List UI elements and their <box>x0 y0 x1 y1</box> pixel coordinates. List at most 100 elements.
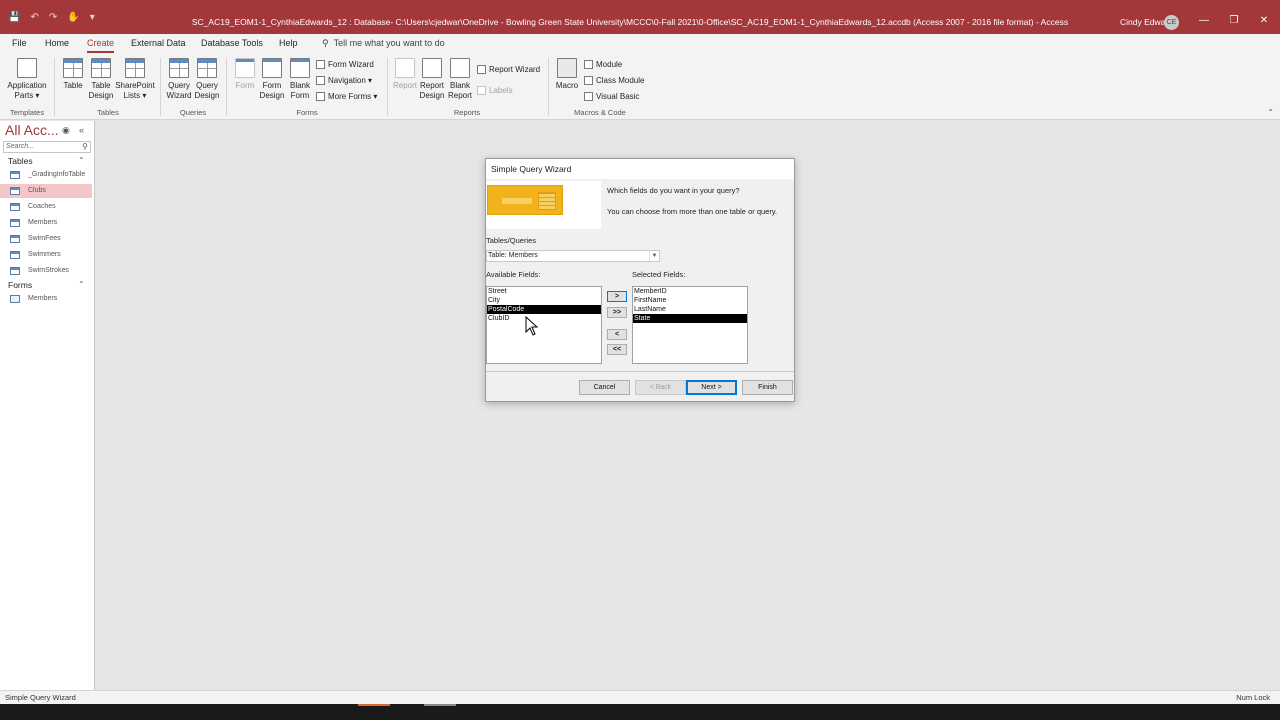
more-forms-button[interactable]: More Forms ▾ <box>316 92 377 101</box>
table-label: Table <box>63 81 83 90</box>
nav-item-gradinginfotable[interactable]: _GradingInfoTable <box>0 168 92 182</box>
blank-report-label2: Report <box>447 91 472 100</box>
collapse-tables-icon[interactable]: ⌃ <box>78 156 85 165</box>
nav-item-label: Swimmers <box>28 251 61 258</box>
nav-item-members[interactable]: Members <box>0 216 92 230</box>
window-title: SC_AC19_EOM1-1_CynthiaEdwards_12 : Datab… <box>191 17 1069 27</box>
nav-item-label: Members <box>28 219 58 226</box>
tab-create[interactable]: Create <box>87 38 115 53</box>
tables-queries-label: Tables/Queries <box>486 236 537 245</box>
query-wizard-button[interactable]: Query Wizard <box>165 58 193 101</box>
class-module-button[interactable]: Class Module <box>584 76 644 85</box>
sharepoint-label2: Lists ▾ <box>123 91 147 100</box>
list-item[interactable]: MemberID <box>633 287 747 296</box>
tab-file[interactable]: File <box>12 38 27 48</box>
add-field-button[interactable]: > <box>607 291 627 302</box>
nav-item-clubs[interactable]: Clubs <box>0 184 92 198</box>
blank-form-button[interactable]: Blank Form <box>287 58 313 101</box>
list-item[interactable]: LastName <box>633 305 747 314</box>
form-icon <box>10 295 20 303</box>
report-design-button[interactable]: Report Design <box>419 58 445 101</box>
nav-pane-title[interactable]: All Acc... <box>5 122 59 138</box>
form-button[interactable]: Form <box>232 58 258 91</box>
nav-item-label: Clubs <box>28 187 46 194</box>
nav-section-tables[interactable]: Tables <box>8 156 33 166</box>
tab-external-data[interactable]: External Data <box>131 38 186 48</box>
back-button[interactable]: < Back <box>635 380 686 395</box>
query-design-button[interactable]: Query Design <box>193 58 221 101</box>
redo-icon[interactable]: ↷ <box>49 12 57 23</box>
close-icon[interactable]: ✕ <box>1258 15 1270 27</box>
quick-access-toolbar: 💾 ↶ ↷ ✋ ▾ <box>8 0 95 34</box>
list-item[interactable]: Street <box>487 287 601 296</box>
nav-section-forms[interactable]: Forms <box>8 280 32 290</box>
nav-item-form-members[interactable]: Members <box>0 292 92 306</box>
nav-item-swimfees[interactable]: SwimFees <box>0 232 92 246</box>
title-bar: 💾 ↶ ↷ ✋ ▾ SC_AC19_EOM1-1_CynthiaEdwards_… <box>0 0 1280 34</box>
avatar[interactable]: CE <box>1164 15 1179 30</box>
tables-queries-select[interactable]: Table: Members ▼ <box>486 250 660 262</box>
class-module-icon <box>584 76 593 85</box>
next-button[interactable]: Next > <box>686 380 737 395</box>
blank-form-label: Blank <box>289 81 310 90</box>
query-wizard-label2: Wizard <box>166 91 192 100</box>
tell-me-box[interactable]: ⚲ Tell me what you want to do <box>322 38 445 49</box>
tell-me-text: Tell me what you want to do <box>333 38 445 48</box>
collapse-forms-icon[interactable]: ⌃ <box>78 280 85 289</box>
sharepoint-lists-button[interactable]: SharePoint Lists ▾ <box>114 58 156 101</box>
customize-qat-icon[interactable]: ▾ <box>90 12 95 23</box>
nav-item-swimmers[interactable]: Swimmers <box>0 248 92 262</box>
remove-all-fields-button[interactable]: << <box>607 344 627 355</box>
table-design-button[interactable]: Table Design <box>88 58 114 101</box>
group-label-tables: Tables <box>97 108 119 117</box>
save-icon[interactable]: 💾 <box>8 12 20 23</box>
remove-field-button[interactable]: < <box>607 329 627 340</box>
nav-menu-icon[interactable]: ◉ <box>62 125 70 136</box>
wizard-illustration-icon <box>487 185 563 215</box>
selected-fields-list[interactable]: MemberID FirstName LastName State <box>632 286 748 364</box>
nav-item-coaches[interactable]: Coaches <box>0 200 92 214</box>
add-all-fields-button[interactable]: >> <box>607 307 627 318</box>
group-label-queries: Queries <box>179 108 207 117</box>
search-icon[interactable]: ⚲ <box>82 142 88 152</box>
table-design-icon <box>91 58 111 78</box>
navigation-button[interactable]: Navigation ▾ <box>316 76 372 85</box>
tab-help[interactable]: Help <box>279 38 298 48</box>
form-icon <box>235 58 255 78</box>
blank-report-label: Blank <box>449 81 470 90</box>
list-item-selected[interactable]: PostalCode <box>487 305 601 314</box>
nav-search-input[interactable]: Search... ⚲ <box>3 141 91 153</box>
undo-icon[interactable]: ↶ <box>30 12 38 23</box>
list-item[interactable]: City <box>487 296 601 305</box>
module-button[interactable]: Module <box>584 60 622 69</box>
tab-database-tools[interactable]: Database Tools <box>201 38 263 48</box>
nav-item-label: SwimFees <box>28 235 61 242</box>
nav-item-swimstrokes[interactable]: SwimStrokes <box>0 264 92 278</box>
table-icon <box>63 58 83 78</box>
touch-mode-icon[interactable]: ✋ <box>67 12 79 23</box>
application-parts-button[interactable]: Application Parts ▾ <box>5 58 49 101</box>
tab-home[interactable]: Home <box>45 38 69 48</box>
list-item[interactable]: ClubID <box>487 314 601 323</box>
macro-button[interactable]: Macro <box>554 58 580 91</box>
list-item-selected[interactable]: State <box>633 314 747 323</box>
table-button[interactable]: Table <box>60 58 86 91</box>
shutter-bar-icon[interactable]: « <box>79 125 84 135</box>
taskbar-indicator <box>424 704 456 706</box>
cancel-button[interactable]: Cancel <box>579 380 630 395</box>
restore-icon[interactable]: ❐ <box>1228 15 1240 27</box>
collapse-ribbon-icon[interactable]: ⌃ <box>1267 108 1274 117</box>
visual-basic-button[interactable]: Visual Basic <box>584 92 639 101</box>
available-fields-list[interactable]: Street City PostalCode ClubID <box>486 286 602 364</box>
form-wizard-button[interactable]: Form Wizard <box>316 60 374 69</box>
blank-report-button[interactable]: Blank Report <box>447 58 473 101</box>
minimize-icon[interactable]: — <box>1198 15 1210 27</box>
finish-button[interactable]: Finish <box>742 380 793 395</box>
form-design-button[interactable]: Form Design <box>259 58 285 101</box>
report-wizard-button[interactable]: Report Wizard <box>477 65 540 74</box>
labels-icon <box>477 86 486 95</box>
chevron-down-icon[interactable]: ▼ <box>649 251 659 261</box>
labels-button[interactable]: Labels <box>477 86 513 95</box>
list-item[interactable]: FirstName <box>633 296 747 305</box>
report-button[interactable]: Report <box>392 58 418 91</box>
